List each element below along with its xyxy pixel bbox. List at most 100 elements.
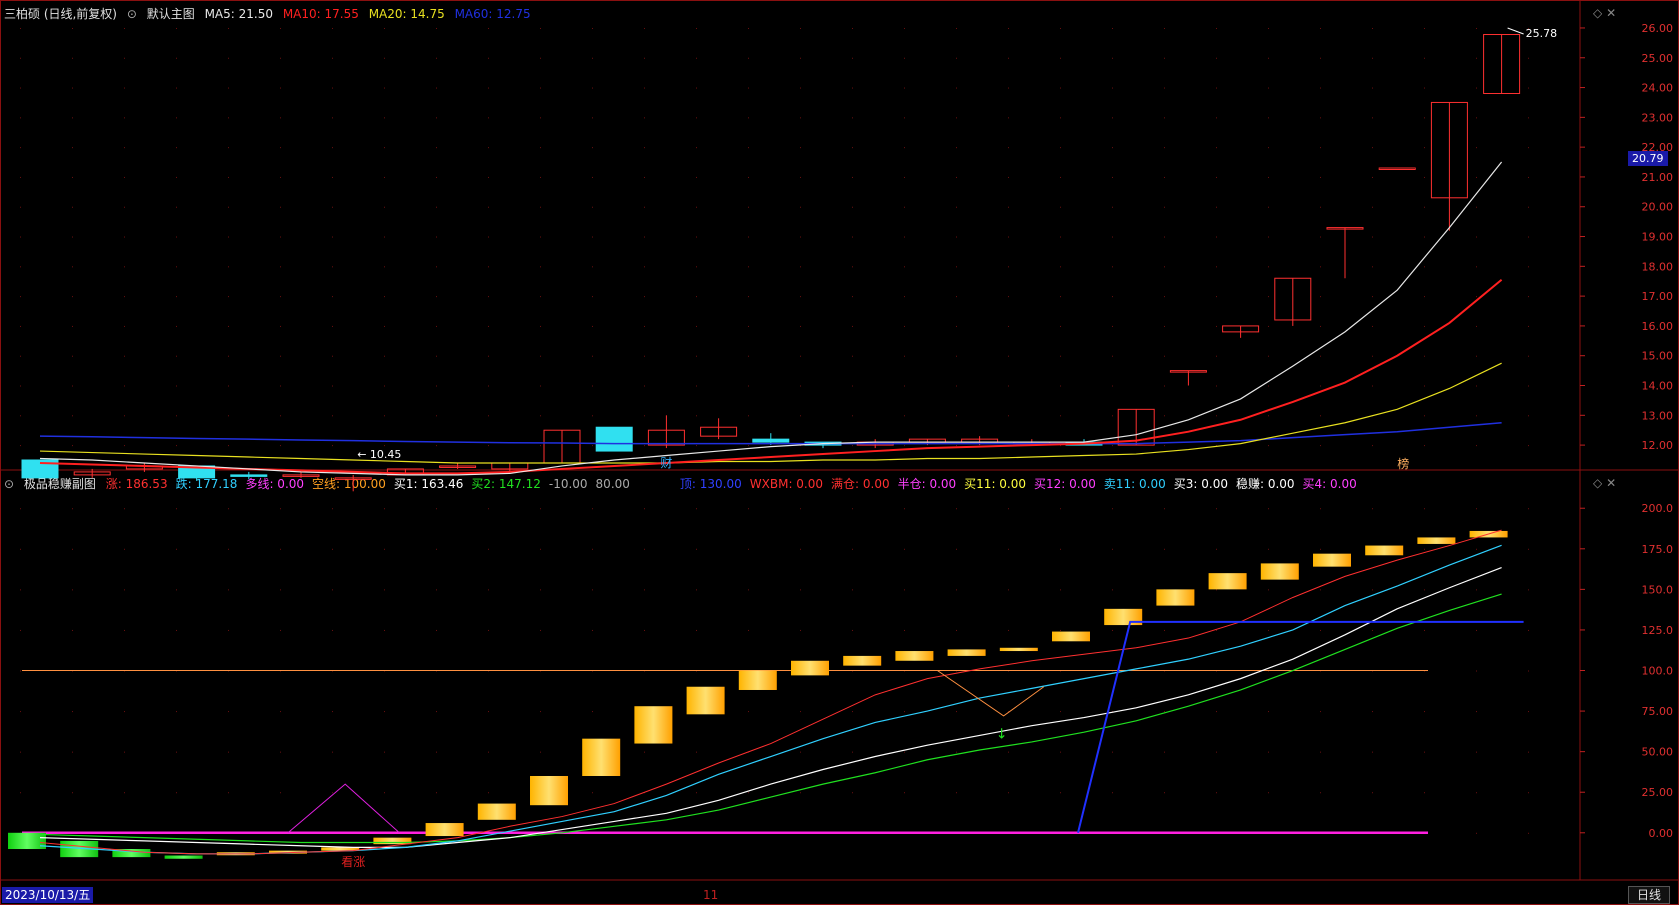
grid-dot xyxy=(1008,792,1009,794)
grid-dot xyxy=(696,751,697,753)
grid-dot xyxy=(1216,548,1217,550)
price-tick-label: 19.00 xyxy=(1642,231,1674,244)
grid-dot xyxy=(332,57,333,59)
grid-dot xyxy=(644,206,645,208)
grid-dot xyxy=(1424,266,1425,268)
grid-dot xyxy=(904,751,905,753)
grid-dot xyxy=(1424,87,1425,89)
grid-dot xyxy=(1164,296,1165,298)
grid-dot xyxy=(1164,445,1165,447)
grid-dot xyxy=(1528,57,1529,59)
grid-dot xyxy=(72,508,73,510)
grid-dot xyxy=(540,236,541,238)
grid-dot xyxy=(1164,176,1165,178)
grid-dot xyxy=(176,589,177,591)
grid-dot xyxy=(904,548,905,550)
grid-dot xyxy=(748,629,749,631)
grid-dot xyxy=(436,57,437,59)
grid-dot xyxy=(800,415,801,417)
sub-bar xyxy=(1417,537,1456,544)
grid-dot xyxy=(1320,296,1321,298)
grid-dot xyxy=(696,629,697,631)
grid-dot xyxy=(228,385,229,387)
grid-dot xyxy=(696,385,697,387)
grid-dot xyxy=(332,792,333,794)
grid-dot xyxy=(20,415,21,417)
grid-dot xyxy=(540,27,541,29)
grid-dot xyxy=(124,792,125,794)
grid-dot xyxy=(800,147,801,149)
price-tick-label: 16.00 xyxy=(1642,320,1674,333)
grid-dot xyxy=(488,236,489,238)
grid-dot xyxy=(1216,57,1217,59)
chart-canvas[interactable]: 26.0025.0024.0023.0022.0021.0020.0019.00… xyxy=(0,0,1679,905)
grid-dot xyxy=(1320,751,1321,753)
grid-dot xyxy=(384,548,385,550)
grid-dot xyxy=(748,711,749,713)
sub-tick-label: 75.00 xyxy=(1642,705,1674,718)
grid-dot xyxy=(956,792,957,794)
grid-dot xyxy=(1268,792,1269,794)
grid-dot xyxy=(956,589,957,591)
sub-bar xyxy=(1260,563,1299,580)
grid-dot xyxy=(904,147,905,149)
grid-dot xyxy=(1476,589,1477,591)
grid-dot xyxy=(1008,508,1009,510)
sub-bar xyxy=(634,706,673,744)
grid-dot xyxy=(228,445,229,447)
price-tick-label: 26.00 xyxy=(1642,22,1674,35)
candle-body xyxy=(595,426,633,452)
grid-dot xyxy=(436,445,437,447)
period-daily-button[interactable]: 日线 xyxy=(1628,886,1671,904)
grid-dot xyxy=(956,27,957,29)
grid-dot xyxy=(332,629,333,631)
grid-dot xyxy=(176,711,177,713)
grid-dot xyxy=(904,589,905,591)
grid-dot xyxy=(1320,206,1321,208)
grid-dot xyxy=(124,27,125,29)
grid-dot xyxy=(176,266,177,268)
grid-dot xyxy=(1060,355,1061,357)
grid-dot xyxy=(748,206,749,208)
grid-dot xyxy=(1112,355,1113,357)
grid-dot xyxy=(1528,832,1529,834)
grid-dot xyxy=(280,355,281,357)
grid-dot xyxy=(956,147,957,149)
grid-dot xyxy=(332,508,333,510)
grid-dot xyxy=(1424,548,1425,550)
grid-dot xyxy=(228,508,229,510)
mai2-line xyxy=(39,593,1502,844)
grid-dot xyxy=(1008,236,1009,238)
grid-dot xyxy=(1372,27,1373,29)
grid-dot xyxy=(1476,751,1477,753)
grid-dot xyxy=(1320,117,1321,119)
grid-dot xyxy=(540,548,541,550)
grid-dot xyxy=(20,589,21,591)
grid-dot xyxy=(1320,176,1321,178)
grid-dot xyxy=(904,87,905,89)
sub-bar xyxy=(1208,573,1247,590)
grid-dot xyxy=(1268,355,1269,357)
grid-dot xyxy=(1008,629,1009,631)
candle-body xyxy=(1378,167,1416,170)
price-tick-label: 25.00 xyxy=(1642,52,1674,65)
grid-dot xyxy=(644,87,645,89)
grid-dot xyxy=(1164,206,1165,208)
grid-dot xyxy=(1320,266,1321,268)
grid-dot xyxy=(696,117,697,119)
grid-dot xyxy=(1112,57,1113,59)
grid-dot xyxy=(72,176,73,178)
grid-dot xyxy=(1268,711,1269,713)
grid-dot xyxy=(228,629,229,631)
grid-dot xyxy=(592,711,593,713)
grid-dot xyxy=(1424,355,1425,357)
grid-dot xyxy=(332,445,333,447)
grid-dot xyxy=(384,629,385,631)
grid-dot xyxy=(904,206,905,208)
grid-dot xyxy=(1060,385,1061,387)
grid-dot xyxy=(800,117,801,119)
grid-dot xyxy=(1216,176,1217,178)
magenta-signal xyxy=(287,783,400,834)
grid-dot xyxy=(540,445,541,447)
grid-dot xyxy=(1372,629,1373,631)
